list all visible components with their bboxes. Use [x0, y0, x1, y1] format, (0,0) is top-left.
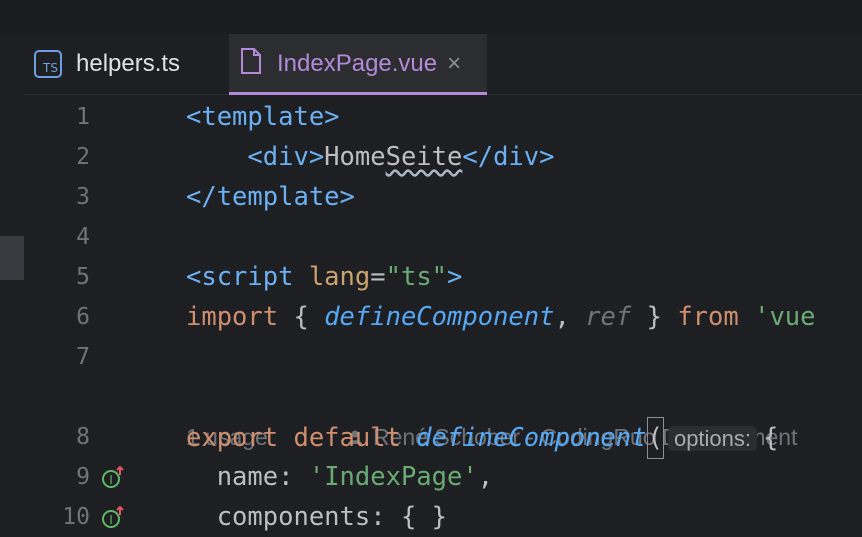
tab-helpers-ts[interactable]: TS helpers.ts [34, 34, 180, 94]
line-number: 9 [76, 464, 90, 490]
svg-text:I: I [109, 513, 113, 527]
code-line: 5 <script lang="ts"> [24, 257, 862, 297]
parameter-hint: options: [667, 426, 758, 451]
line-number: 2 [76, 144, 90, 170]
token: <script [186, 262, 309, 292]
line-number: 10 [62, 504, 90, 530]
vue-file-icon [239, 47, 263, 82]
line-number: 8 [76, 424, 90, 450]
code-line: 6 import { defineComponent, ref } from '… [24, 297, 862, 337]
code-text: components: { } [186, 497, 447, 537]
token: </template> [186, 182, 355, 212]
close-tab-icon[interactable]: × [447, 50, 461, 78]
token: { [278, 302, 325, 332]
inlay-hint-line: 1 usage René Schober - CodingRuo Develop… [24, 377, 862, 450]
code-line: 4 [24, 217, 862, 257]
line-number: 1 [76, 104, 90, 130]
token: name [186, 462, 279, 492]
tab-label: helpers.ts [76, 50, 181, 77]
tab-label: IndexPage.vue [277, 50, 438, 77]
token: 'vue [738, 302, 816, 332]
token: } [631, 302, 678, 332]
implements-icon[interactable]: I [102, 465, 124, 489]
token: > [447, 262, 463, 292]
token: components [186, 502, 371, 532]
code-line: 8 export default defineComponent(options… [24, 417, 862, 459]
token: Home [324, 142, 386, 172]
token: "ts" [385, 262, 448, 292]
token: , [554, 302, 586, 332]
typescript-file-icon: TS [34, 50, 62, 78]
token: <div> [186, 142, 325, 172]
code-line: 1 <template> [24, 97, 862, 137]
token: , [477, 462, 494, 492]
code-text: name: 'IndexPage', [186, 457, 493, 497]
implements-icon[interactable]: I [102, 505, 124, 529]
code-line: 2 <div>HomeSeite</div> [24, 137, 862, 177]
token: defineComponent [416, 423, 647, 453]
token: from [677, 302, 739, 332]
token: import [186, 302, 279, 332]
token: defineComponent [324, 302, 555, 332]
typo-token: Seite [385, 142, 463, 172]
svg-text:I: I [109, 473, 113, 487]
token: { [763, 423, 779, 453]
tool-window-strip [0, 34, 24, 520]
token: = [370, 262, 386, 292]
token: <template> [186, 102, 340, 132]
code-line: 7 [24, 337, 862, 377]
token: ref [585, 302, 632, 332]
line-number: 3 [76, 184, 90, 210]
code-line: 10 I components: { } [24, 497, 862, 537]
token: export default [186, 423, 417, 453]
tab-indexpage-vue[interactable]: IndexPage.vue × [229, 34, 487, 95]
token: : [278, 462, 309, 492]
code-text: export default defineComponent(options:{ [186, 417, 778, 459]
code-text: <div>HomeSeite</div> [186, 137, 554, 177]
line-number: 4 [76, 224, 90, 250]
code-text: </template> [186, 177, 355, 217]
token: 'IndexPage' [308, 462, 478, 492]
code-text: <script lang="ts"> [186, 257, 462, 297]
window-top-bar [0, 0, 862, 34]
line-number: 6 [76, 304, 90, 330]
code-text: import { defineComponent, ref } from 'vu… [186, 297, 816, 337]
tool-window-marker[interactable] [0, 236, 24, 280]
code-line: 9 I name: 'IndexPage', [24, 457, 862, 497]
code-text: <template> [186, 97, 340, 137]
code-editor[interactable]: 1 <template> 2 <div>HomeSeite</div> 3 </… [24, 95, 862, 532]
line-number: 5 [76, 264, 90, 290]
code-line: 3 </template> [24, 177, 862, 217]
line-number: 7 [76, 344, 90, 370]
token: </div> [462, 142, 555, 172]
token: lang [308, 262, 371, 292]
editor-tab-bar: TS helpers.ts IndexPage.vue × [24, 34, 862, 95]
token: : { } [370, 502, 447, 532]
bracket-match: ( [646, 417, 664, 459]
